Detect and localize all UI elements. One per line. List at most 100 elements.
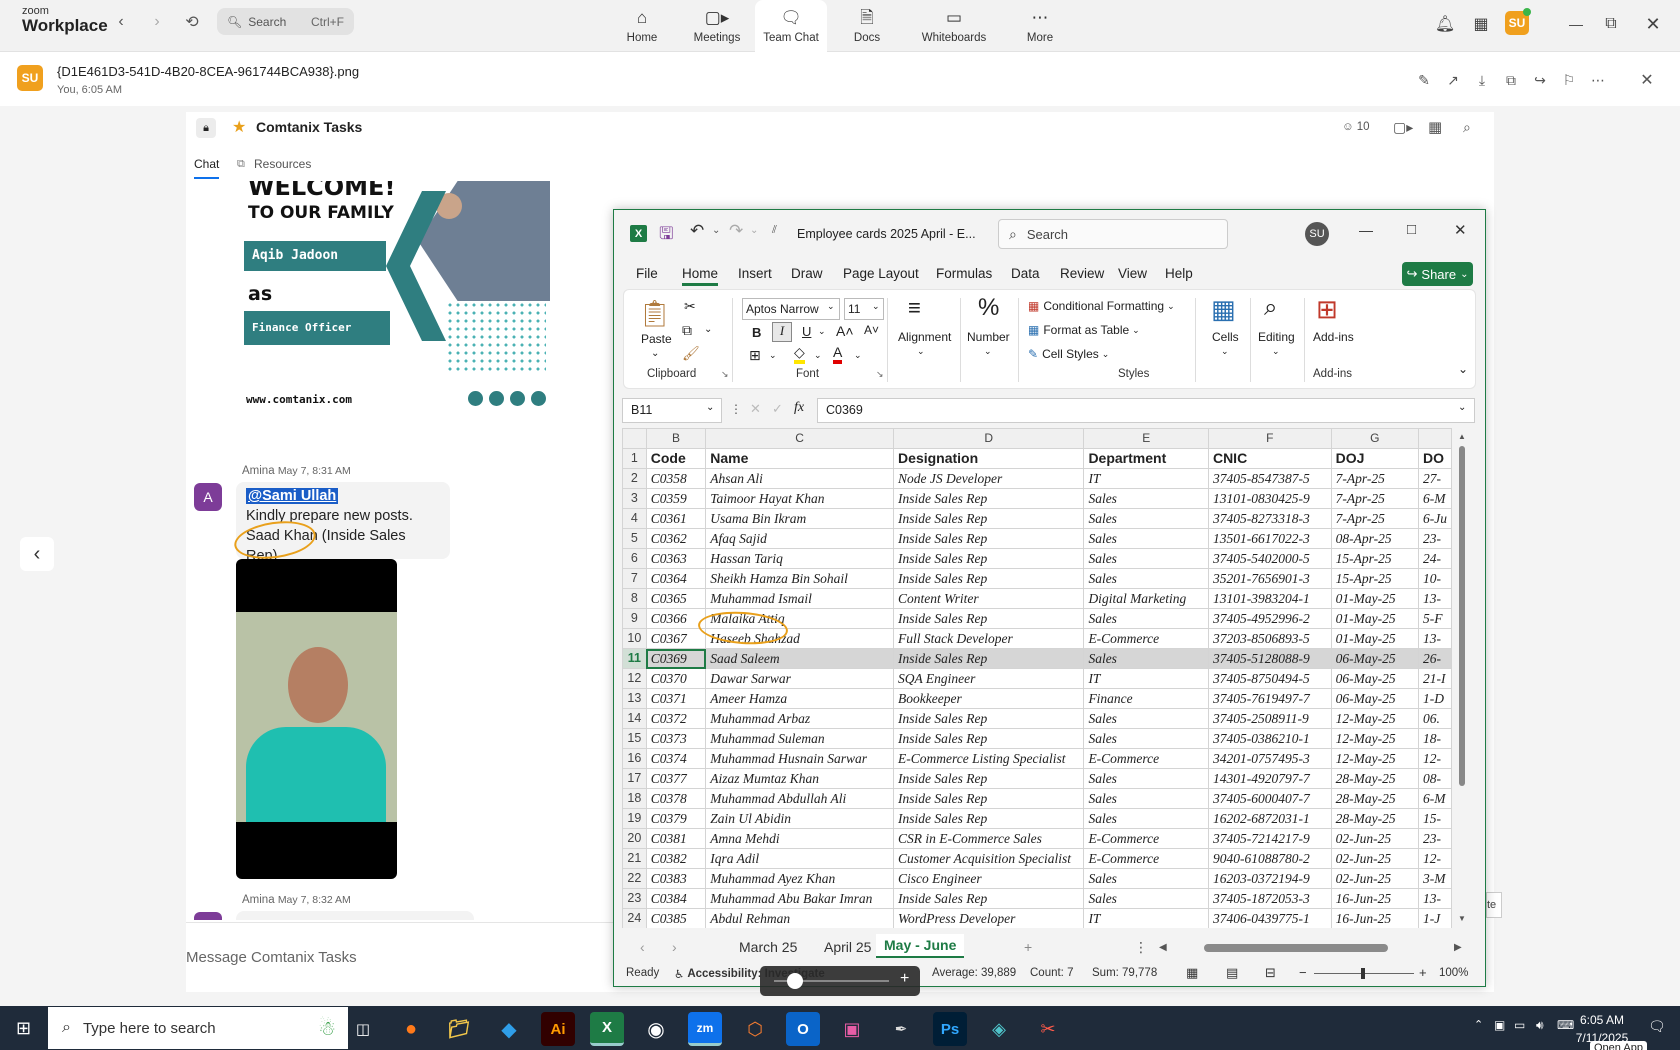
table-cell[interactable]: 12- bbox=[1417, 848, 1452, 869]
table-cell[interactable]: Digital Marketing bbox=[1083, 588, 1209, 609]
table-row[interactable]: 15 C0373 Muhammad Suleman Inside Sales Rep S… bbox=[622, 728, 1452, 749]
network-icon[interactable]: ▣ bbox=[1494, 1018, 1505, 1032]
table-row[interactable]: 12 C0370 Dawar Sarwar SQA Engineer IT 37405-8… bbox=[622, 668, 1452, 689]
table-cell[interactable]: Muhammad Ayez Khan bbox=[705, 868, 895, 889]
row-number[interactable]: 1 bbox=[622, 448, 647, 469]
table-cell[interactable]: Iqra Adil bbox=[705, 848, 895, 869]
overlay-slider[interactable]: + bbox=[760, 966, 920, 996]
select-all-corner[interactable] bbox=[622, 428, 647, 449]
redo-icon[interactable]: ↷ bbox=[729, 221, 743, 241]
table-cell[interactable]: C0359 bbox=[645, 488, 707, 509]
table-cell[interactable]: Sales bbox=[1083, 568, 1209, 589]
row-number[interactable]: 20 bbox=[622, 828, 647, 849]
table-cell[interactable]: Abdul Rehman bbox=[705, 908, 895, 928]
edit-icon[interactable]: ✎ bbox=[1413, 69, 1435, 91]
editing-button[interactable]: Editing bbox=[1258, 330, 1295, 344]
table-cell[interactable]: Sales bbox=[1083, 608, 1209, 629]
mention-link[interactable]: @Sami Ullah bbox=[246, 488, 339, 504]
illustrator-icon[interactable]: Ai bbox=[541, 1012, 575, 1046]
table-cell[interactable]: Inside Sales Rep bbox=[893, 508, 1085, 529]
table-cell[interactable]: C0366 bbox=[645, 608, 707, 629]
menu-draw[interactable]: Draw bbox=[791, 266, 823, 281]
table-cell[interactable]: Content Writer bbox=[893, 588, 1085, 609]
table-cell[interactable]: Bookkeeper bbox=[893, 688, 1085, 709]
table-cell[interactable]: 23- bbox=[1417, 828, 1452, 849]
number-button[interactable]: Number bbox=[967, 330, 1010, 344]
overlay-plus-icon[interactable]: + bbox=[900, 970, 909, 988]
table-cell[interactable]: E-Commerce bbox=[1083, 848, 1209, 869]
table-cell[interactable]: Muhammad Abu Bakar Imran bbox=[705, 888, 895, 909]
channel-name[interactable]: Comtanix Tasks bbox=[256, 119, 362, 135]
editing-icon[interactable]: ⌕ bbox=[1264, 294, 1277, 322]
table-cell[interactable]: 13- bbox=[1417, 628, 1452, 649]
table-cell[interactable]: Sales bbox=[1083, 528, 1209, 549]
message-composer[interactable]: Message Comtanix Tasks bbox=[186, 940, 606, 974]
file-explorer-icon[interactable]: 📁︎ bbox=[442, 1012, 476, 1046]
font-color-dropdown-icon[interactable]: ⌄ bbox=[854, 350, 862, 361]
customize-toolbar-icon[interactable]: ⫽ bbox=[772, 224, 777, 237]
sheet-options-icon[interactable]: ⋮ bbox=[1134, 939, 1148, 956]
prev-sheet-icon[interactable]: ‹ bbox=[640, 939, 645, 955]
firefox-icon[interactable]: ● bbox=[394, 1012, 428, 1046]
vertical-scrollbar[interactable]: ▲ ▼ bbox=[1454, 428, 1470, 928]
notifications-icon[interactable]: 🗨︎ bbox=[1648, 1018, 1666, 1035]
column-header[interactable]: C bbox=[705, 428, 895, 449]
copy-icon[interactable]: ⧉ bbox=[1500, 69, 1522, 91]
table-cell[interactable]: Muhammad Husnain Sarwar bbox=[705, 748, 895, 769]
table-cell[interactable]: 08-Apr-25 bbox=[1330, 528, 1419, 549]
table-cell[interactable]: C0373 bbox=[645, 728, 707, 749]
sheet-tab-may-june[interactable]: May - June bbox=[876, 934, 965, 958]
table-cell[interactable]: Sales bbox=[1083, 768, 1209, 789]
table-row[interactable]: 21 C0382 Iqra Adil Customer Acquisition Spe… bbox=[622, 848, 1452, 869]
row-number[interactable]: 5 bbox=[622, 528, 647, 549]
table-cell[interactable]: Afaq Sajid bbox=[705, 528, 895, 549]
table-cell[interactable]: 08- bbox=[1417, 768, 1452, 789]
bold-icon[interactable]: B bbox=[752, 325, 761, 340]
horizontal-scroll-thumb[interactable] bbox=[1204, 944, 1388, 952]
row-number[interactable]: 10 bbox=[622, 628, 647, 649]
taskbar-search[interactable]: ⌕ Type here to search ☃ bbox=[48, 1007, 348, 1049]
table-row[interactable]: 4 C0361 Usama Bin Ikram Inside Sales Rep Sal… bbox=[622, 508, 1452, 529]
table-cell[interactable]: Hassan Tariq bbox=[705, 548, 895, 569]
tab-docs[interactable]: 🗎︎ Docs bbox=[829, 0, 905, 52]
viewer-close-icon[interactable]: ✕ bbox=[1636, 69, 1658, 91]
table-cell[interactable]: Sales bbox=[1083, 488, 1209, 509]
hscroll-left-icon[interactable]: ◀ bbox=[1159, 942, 1167, 953]
table-cell[interactable]: Taimoor Hayat Khan bbox=[705, 488, 895, 509]
table-cell[interactable]: 37405-7619497-7 bbox=[1207, 688, 1332, 709]
windows-start-icon[interactable]: ⊞ bbox=[16, 1018, 31, 1039]
row-number[interactable]: 2 bbox=[622, 468, 647, 489]
forward-arrow-icon[interactable]: › bbox=[146, 11, 168, 33]
row-number[interactable]: 8 bbox=[622, 588, 647, 609]
table-cell[interactable]: Sales bbox=[1083, 728, 1209, 749]
table-cell[interactable]: Department bbox=[1083, 448, 1209, 469]
table-cell[interactable]: 6-M bbox=[1417, 488, 1452, 509]
table-cell[interactable]: 01-May-25 bbox=[1330, 628, 1419, 649]
table-cell[interactable]: Muhammad Suleman bbox=[705, 728, 895, 749]
table-cell[interactable]: C0370 bbox=[645, 668, 707, 689]
row-number[interactable]: 11 bbox=[622, 648, 647, 669]
alignment-icon[interactable]: ≡ bbox=[908, 295, 921, 321]
table-cell[interactable]: C0363 bbox=[645, 548, 707, 569]
paste-dropdown-icon[interactable]: ⌄ bbox=[651, 348, 659, 359]
tab-resources[interactable]: Resources bbox=[254, 157, 311, 171]
table-cell[interactable]: 18- bbox=[1417, 728, 1452, 749]
video-call-icon[interactable]: ▢▸ bbox=[1393, 119, 1413, 136]
row-number[interactable]: 4 bbox=[622, 508, 647, 529]
scroll-up-icon[interactable]: ▲ bbox=[1458, 432, 1466, 441]
row-number[interactable]: 6 bbox=[622, 548, 647, 569]
excel-maximize-icon[interactable]: □ bbox=[1407, 221, 1416, 238]
table-cell[interactable]: Inside Sales Rep bbox=[893, 768, 1085, 789]
menu-view[interactable]: View bbox=[1118, 266, 1147, 281]
table-cell[interactable]: Inside Sales Rep bbox=[893, 528, 1085, 549]
table-cell[interactable]: Finance bbox=[1083, 688, 1209, 709]
members-count[interactable]: ☺ 10 bbox=[1342, 121, 1370, 133]
profile-photo-image[interactable] bbox=[236, 559, 397, 879]
table-cell[interactable]: C0369 bbox=[645, 648, 707, 669]
table-cell[interactable]: 15- bbox=[1417, 808, 1452, 829]
table-cell[interactable]: 1-D bbox=[1417, 688, 1452, 709]
font-color-icon[interactable]: A bbox=[833, 345, 843, 364]
italic-icon[interactable]: I bbox=[772, 322, 792, 342]
table-cell[interactable]: 7-Apr-25 bbox=[1330, 488, 1419, 509]
cut-icon[interactable]: ✂ bbox=[684, 298, 696, 315]
